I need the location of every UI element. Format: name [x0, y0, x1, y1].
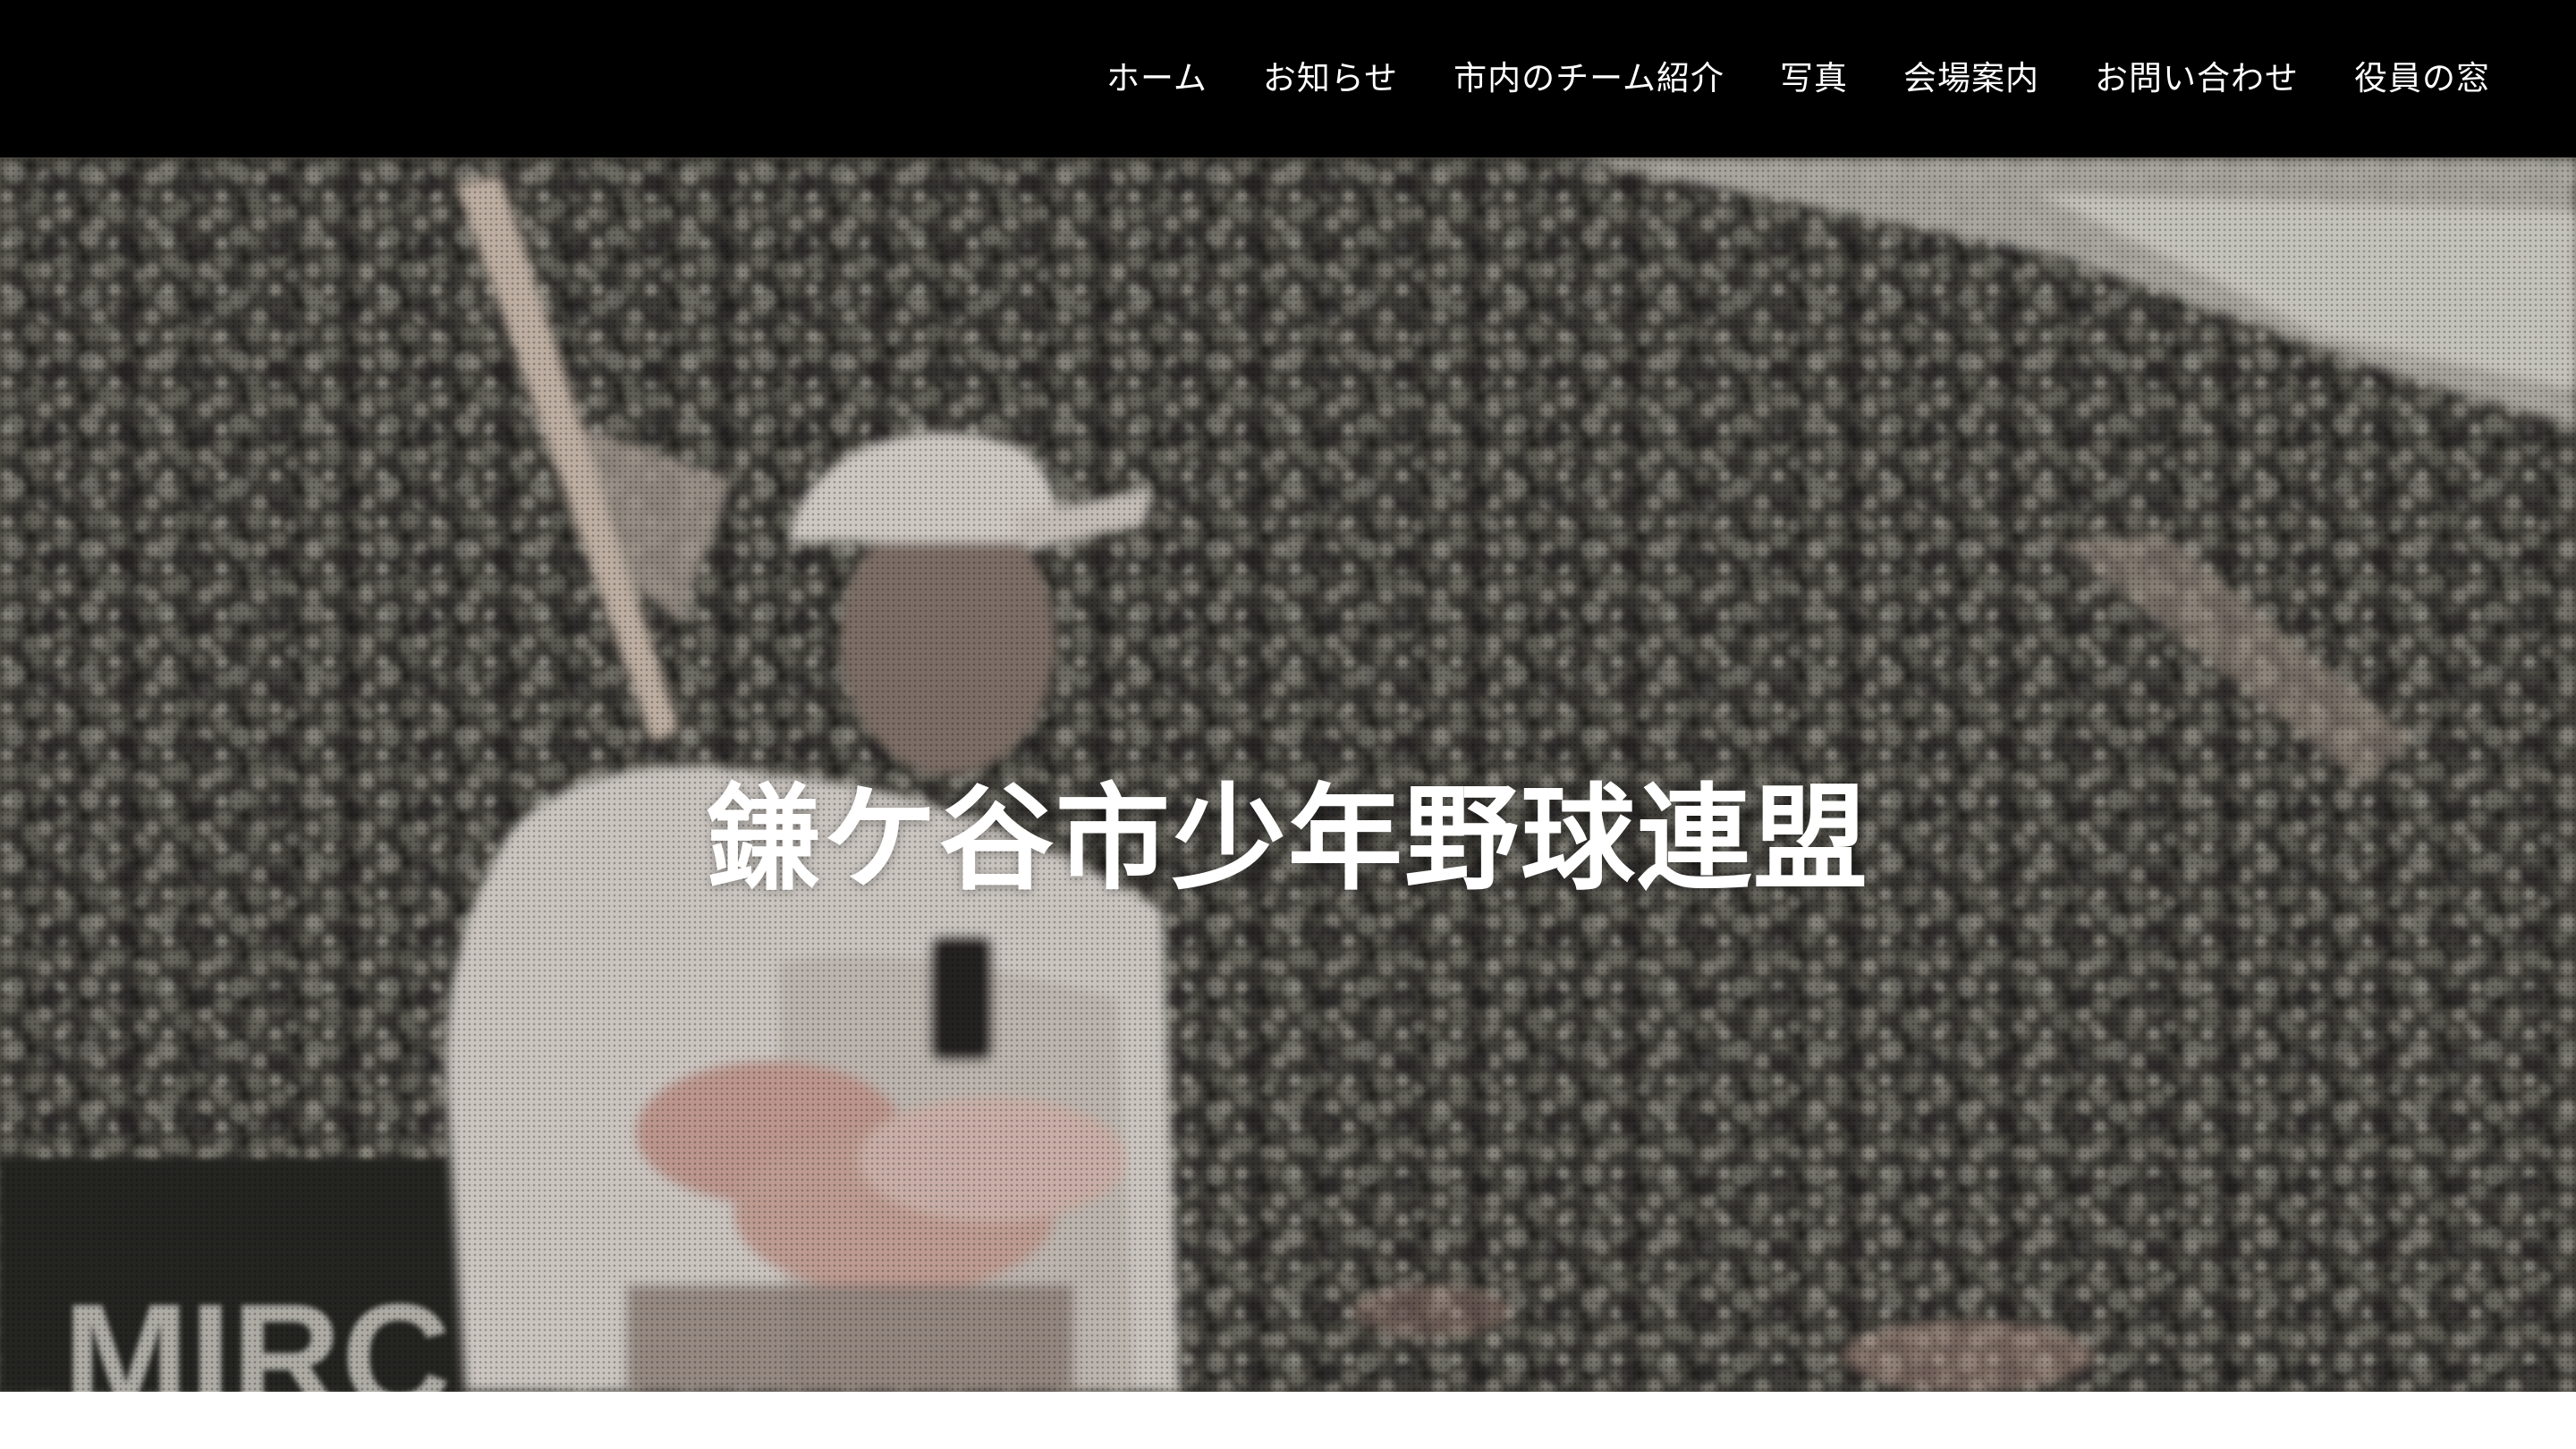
content-area [0, 1392, 2576, 1449]
nav-item-officers[interactable]: 役員の窓 [2354, 51, 2490, 99]
hero-banner: MIRC 鎌ケ谷市少年野球連盟 [0, 157, 2576, 1392]
main-nav: ホーム お知らせ 市内のチーム紹介 写真 会場案内 お問い合わせ 役員の窓 [1106, 0, 2490, 150]
nav-item-home[interactable]: ホーム [1106, 51, 1208, 99]
nav-item-news[interactable]: お知らせ [1263, 51, 1398, 99]
nav-item-teams[interactable]: 市内のチーム紹介 [1453, 51, 1724, 99]
nav-item-venues[interactable]: 会場案内 [1903, 51, 2039, 99]
nav-item-contact[interactable]: お問い合わせ [2095, 51, 2299, 99]
page-title: 鎌ケ谷市少年野球連盟 [706, 772, 1869, 906]
nav-item-photos[interactable]: 写真 [1780, 51, 1848, 99]
site-header: ホーム お知らせ 市内のチーム紹介 写真 会場案内 お問い合わせ 役員の窓 [0, 0, 2576, 157]
